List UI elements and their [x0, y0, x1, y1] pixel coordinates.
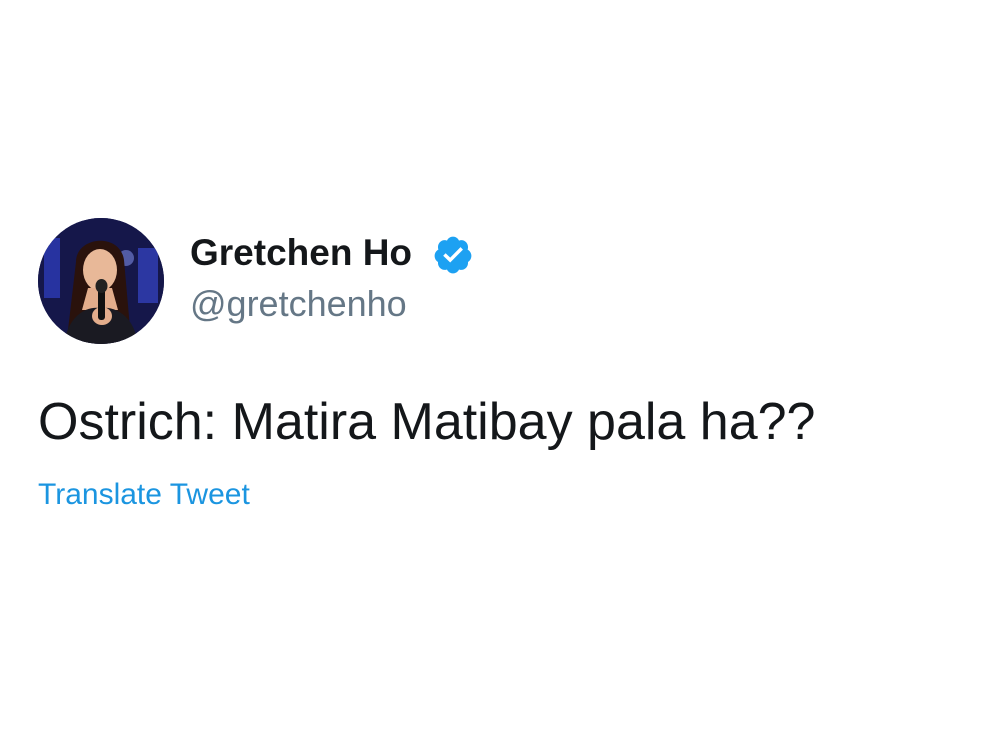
user-handle[interactable]: @gretchenho	[190, 283, 407, 325]
tweet-text: Ostrich: Matira Matibay pala ha??	[38, 393, 816, 451]
avatar[interactable]	[38, 218, 164, 344]
avatar-photo	[38, 218, 164, 344]
display-name[interactable]: Gretchen Ho	[190, 232, 412, 274]
tweet-card: Gretchen Ho @gretchenho Ostrich: Matira …	[0, 0, 1000, 750]
verified-badge-icon	[434, 236, 472, 274]
translate-tweet-link[interactable]: Translate Tweet	[38, 478, 250, 512]
